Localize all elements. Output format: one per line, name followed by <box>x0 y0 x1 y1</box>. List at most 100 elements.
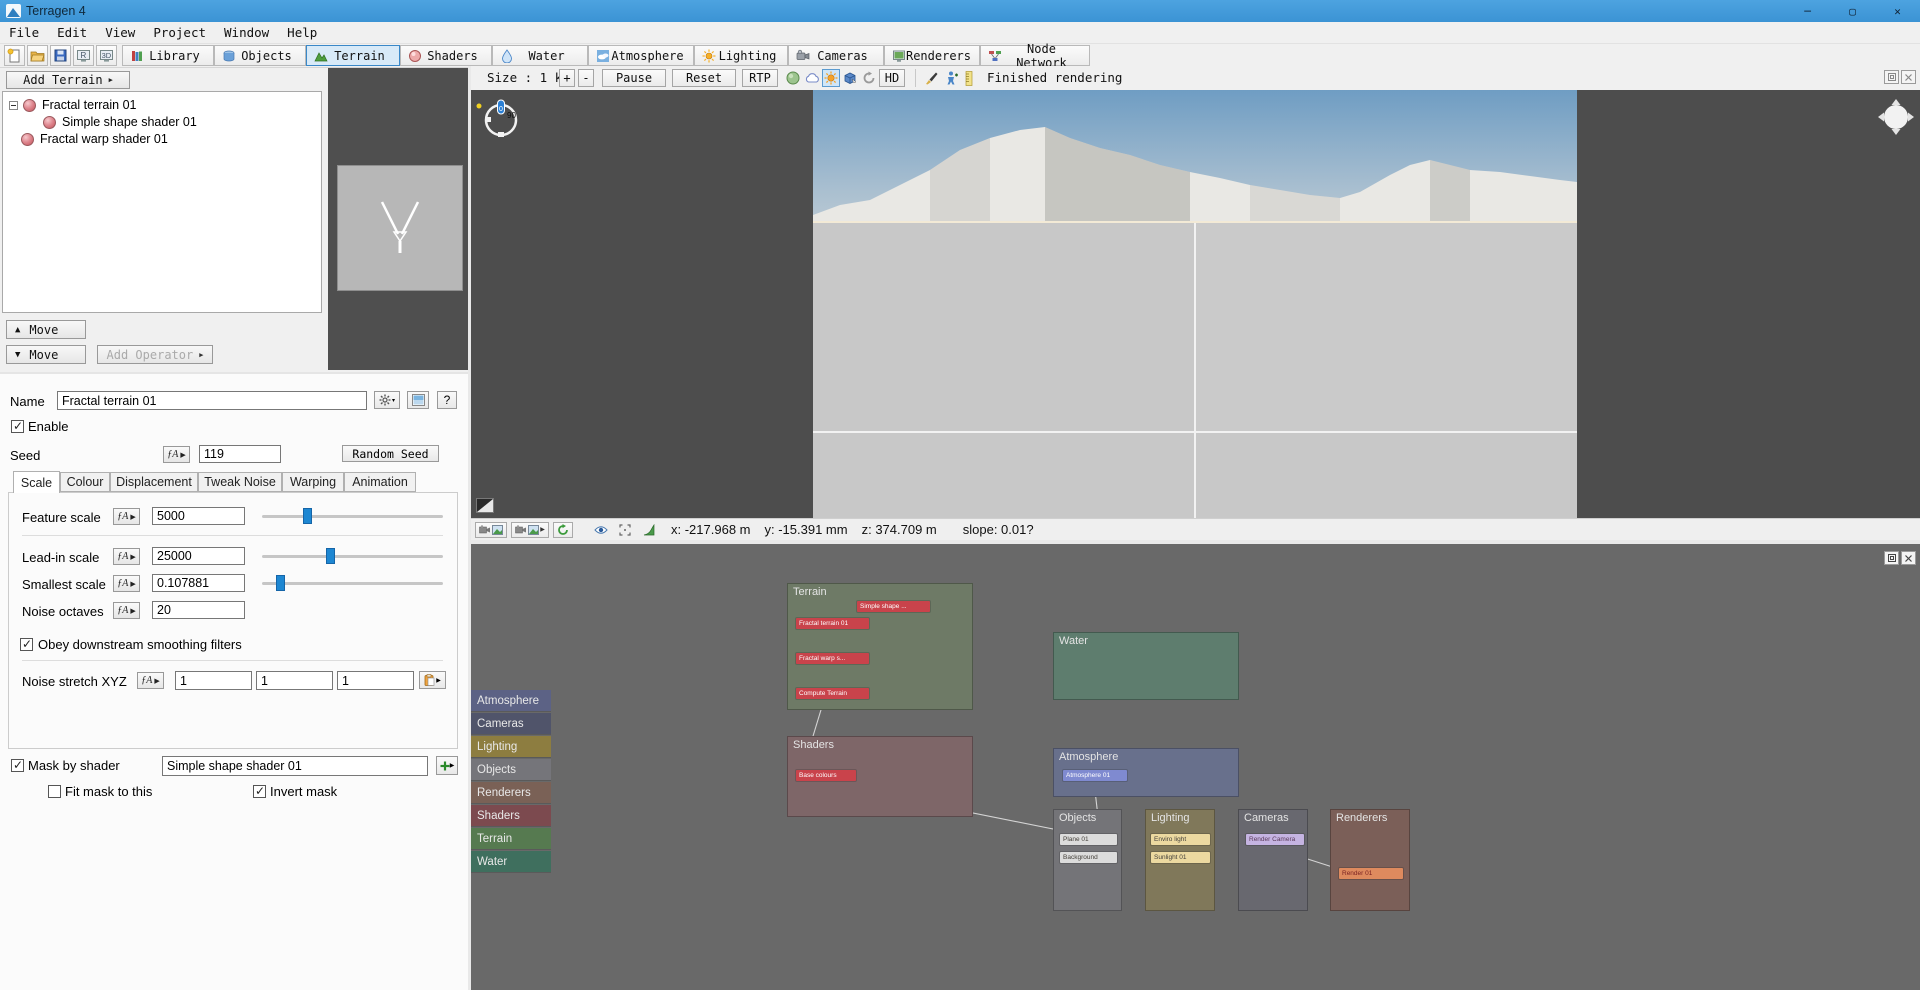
tab-animation[interactable]: Animation <box>344 472 416 492</box>
node-settings-button[interactable]: ▾ <box>374 391 400 409</box>
move-up-button[interactable]: ▲ Move <box>6 320 86 339</box>
node-render-01[interactable]: Render 01 <box>1339 868 1403 879</box>
rtp-button[interactable]: RTP <box>742 69 778 87</box>
obey-smoothing-checkbox[interactable] <box>20 638 33 651</box>
fit-mask-checkbox[interactable] <box>48 785 61 798</box>
smallest-scale-fn-button[interactable]: ƒA▶ <box>113 575 140 592</box>
tab-library[interactable]: Library <box>122 45 214 66</box>
category-water[interactable]: Water <box>471 851 551 873</box>
node-fractal-warp-shader[interactable]: Fractal warp s... <box>796 653 869 664</box>
zoom-in-button[interactable]: + <box>559 69 575 87</box>
show-terrain-toggle[interactable] <box>784 69 802 87</box>
noise-stretch-fn-button[interactable]: ƒA▶ <box>137 672 164 689</box>
crosshair-toggle[interactable] <box>615 522 635 538</box>
tab-terrain[interactable]: Terrain <box>306 45 400 66</box>
tab-shaders[interactable]: Shaders <box>400 45 492 66</box>
move-textures-toggle[interactable] <box>841 69 859 87</box>
tree-item-fractal-warp-shader[interactable]: Fractal warp shader 01 <box>21 131 168 147</box>
undock-pane-button[interactable] <box>1884 70 1899 84</box>
tab-colour[interactable]: Colour <box>60 472 110 492</box>
menu-window[interactable]: Window <box>215 23 278 42</box>
preview-viewport[interactable]: 0 90 <box>471 90 1920 518</box>
group-cameras[interactable]: Cameras <box>1238 809 1308 911</box>
slider-thumb[interactable] <box>326 548 335 564</box>
exposure-icon[interactable] <box>476 498 494 513</box>
tab-scale[interactable]: Scale <box>13 471 60 493</box>
lead-in-scale-slider[interactable] <box>262 555 443 558</box>
smallest-scale-slider[interactable] <box>262 582 443 585</box>
mask-shader-input[interactable] <box>162 756 428 776</box>
maximize-button[interactable]: ▢ <box>1830 0 1875 22</box>
slope-info-toggle[interactable] <box>639 522 659 538</box>
feature-scale-input[interactable] <box>152 507 245 525</box>
category-atmosphere[interactable]: Atmosphere <box>471 690 551 712</box>
node-plane-01[interactable]: Plane 01 <box>1060 834 1117 845</box>
assign-shader-button[interactable]: ▶ <box>436 756 458 775</box>
tab-lighting[interactable]: Lighting <box>694 45 788 66</box>
node-background[interactable]: Background <box>1060 852 1117 863</box>
orbit-navigation-ball[interactable] <box>1877 98 1915 136</box>
close-pane-button[interactable] <box>1901 70 1916 84</box>
show-cursor-info-toggle[interactable] <box>591 522 611 538</box>
noise-octaves-fn-button[interactable]: ƒA▶ <box>113 602 140 619</box>
seed-input[interactable] <box>199 445 281 463</box>
open-render-view-button[interactable]: R <box>73 45 94 66</box>
move-down-button[interactable]: ▼ Move <box>6 345 86 364</box>
help-button[interactable]: ? <box>437 391 457 409</box>
slider-thumb[interactable] <box>276 575 285 591</box>
save-project-button[interactable] <box>50 45 71 66</box>
node-network-pane[interactable]: Atmosphere Cameras Lighting Objects Rend… <box>471 544 1920 990</box>
undock-pane-button[interactable] <box>1884 551 1899 565</box>
terrain-minimap[interactable] <box>337 165 463 291</box>
node-render-camera[interactable]: Render Camera <box>1246 834 1304 845</box>
tab-tweak-noise[interactable]: Tweak Noise <box>198 472 282 492</box>
minimize-button[interactable]: ─ <box>1785 0 1830 22</box>
measure-tool-button[interactable] <box>960 69 978 87</box>
close-pane-button[interactable] <box>1901 551 1916 565</box>
mask-by-shader-checkbox[interactable] <box>11 759 24 772</box>
tab-warping[interactable]: Warping <box>282 472 344 492</box>
new-project-button[interactable] <box>4 45 25 66</box>
smallest-scale-input[interactable] <box>152 574 245 592</box>
menu-file[interactable]: File <box>0 23 48 42</box>
noise-octaves-input[interactable] <box>152 601 245 619</box>
render-options-button[interactable]: ▶ <box>511 522 549 538</box>
enable-checkbox[interactable] <box>11 420 24 433</box>
zoom-out-button[interactable]: - <box>578 69 594 87</box>
seed-animation-button[interactable]: ƒA ▶ <box>163 446 190 463</box>
tab-water[interactable]: Water <box>492 45 588 66</box>
collapse-icon[interactable] <box>9 101 18 110</box>
paint-mask-button[interactable] <box>923 69 941 87</box>
reset-button[interactable]: Reset <box>672 69 736 87</box>
pause-button[interactable]: Pause <box>602 69 666 87</box>
invert-mask-checkbox[interactable] <box>253 785 266 798</box>
node-compute-terrain[interactable]: Compute Terrain <box>796 688 869 699</box>
refresh-view-button[interactable] <box>553 522 573 538</box>
noise-stretch-z-input[interactable] <box>337 671 414 690</box>
camera-heading-gizmo[interactable]: 0 90 <box>474 92 526 144</box>
group-renderers[interactable]: Renderers <box>1330 809 1410 911</box>
tree-item-simple-shape-shader[interactable]: Simple shape shader 01 <box>43 114 197 130</box>
category-lighting[interactable]: Lighting <box>471 736 551 758</box>
close-button[interactable]: ✕ <box>1875 0 1920 22</box>
tab-displacement[interactable]: Displacement <box>110 472 198 492</box>
copy-paste-button[interactable]: ▶ <box>419 671 446 689</box>
open-project-button[interactable] <box>27 45 48 66</box>
node-base-colours[interactable]: Base colours <box>796 770 856 781</box>
tree-item-fractal-terrain[interactable]: Fractal terrain 01 <box>9 97 136 113</box>
noise-stretch-y-input[interactable] <box>256 671 333 690</box>
continuous-update-toggle[interactable] <box>860 69 878 87</box>
show-clouds-toggle[interactable] <box>803 69 821 87</box>
tab-atmosphere[interactable]: Atmosphere <box>588 45 694 66</box>
random-seed-button[interactable]: Random Seed <box>342 445 439 462</box>
category-shaders[interactable]: Shaders <box>471 805 551 827</box>
menu-project[interactable]: Project <box>144 23 215 42</box>
node-atmosphere-01[interactable]: Atmosphere 01 <box>1063 770 1127 781</box>
open-3d-preview-button[interactable]: 3D <box>96 45 117 66</box>
group-water[interactable]: Water <box>1053 632 1239 700</box>
tab-renderers[interactable]: Renderers <box>884 45 980 66</box>
node-sunlight-01[interactable]: Sunlight 01 <box>1151 852 1210 863</box>
feature-scale-fn-button[interactable]: ƒA▶ <box>113 508 140 525</box>
category-cameras[interactable]: Cameras <box>471 713 551 735</box>
walk-mode-button[interactable] <box>942 69 960 87</box>
